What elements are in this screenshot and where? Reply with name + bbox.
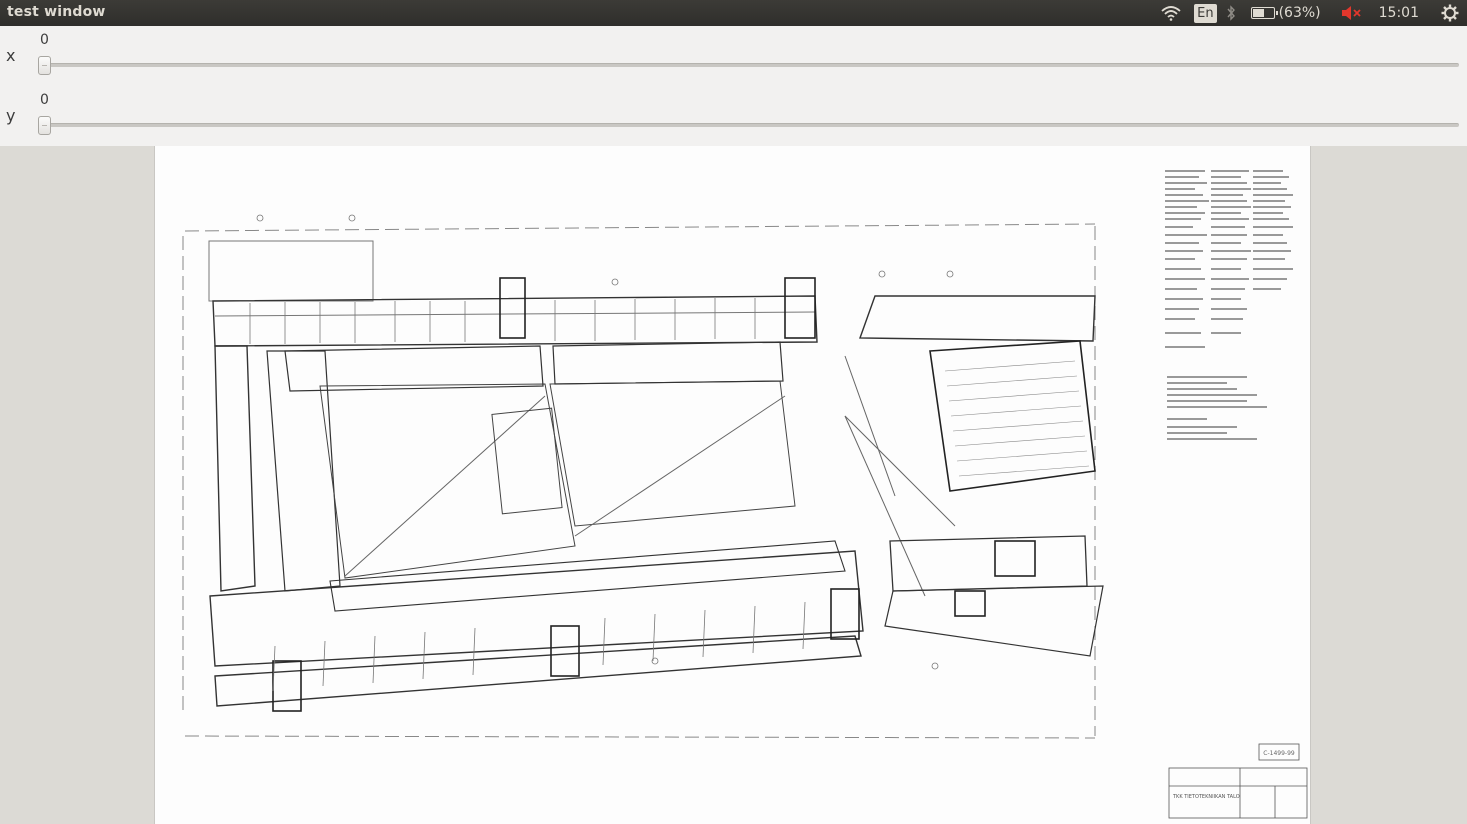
top-panel: test window En (63%) 15:01 <box>0 0 1467 26</box>
drawing-title-block: TKK TIETOTEKNIIKAN TALO <box>1172 794 1240 800</box>
window-title: test window <box>7 4 106 20</box>
bluetooth-icon[interactable] <box>1225 0 1237 26</box>
y-value: 0 <box>40 92 49 108</box>
battery-fill <box>1252 9 1264 17</box>
settings-gear-icon[interactable] <box>1439 0 1461 26</box>
clock[interactable]: 15:01 <box>1379 0 1419 26</box>
battery-percent: (63%) <box>1278 5 1321 21</box>
battery-indicator[interactable]: (63%) <box>1250 0 1321 26</box>
y-slider-track[interactable] <box>44 123 1459 127</box>
floor-plan-drawing: C-1499-99 TKK TIETOTEKNIIKAN TALO <box>182 170 1308 819</box>
volume-muted-icon[interactable] <box>1339 0 1365 26</box>
y-slider-handle[interactable] <box>38 116 51 135</box>
x-value: 0 <box>40 32 49 48</box>
floor-plan-image: C-1499-99 TKK TIETOTEKNIIKAN TALO <box>154 146 1311 824</box>
x-label: x <box>6 46 16 65</box>
battery-icon <box>1250 7 1278 19</box>
image-canvas[interactable]: C-1499-99 TKK TIETOTEKNIIKAN TALO <box>0 146 1467 824</box>
y-slider-row: y 0 <box>0 86 1467 146</box>
drawing-stamp: C-1499-99 <box>1263 750 1295 757</box>
indicator-area: En (63%) 15:01 <box>1158 0 1467 26</box>
x-slider-handle[interactable] <box>38 56 51 75</box>
x-slider-row: x 0 <box>0 26 1467 86</box>
y-label: y <box>6 106 16 125</box>
wifi-icon[interactable] <box>1158 0 1184 26</box>
x-slider-track[interactable] <box>44 63 1459 67</box>
language-indicator[interactable]: En <box>1194 3 1217 23</box>
slider-controls: x 0 y 0 <box>0 26 1467 146</box>
